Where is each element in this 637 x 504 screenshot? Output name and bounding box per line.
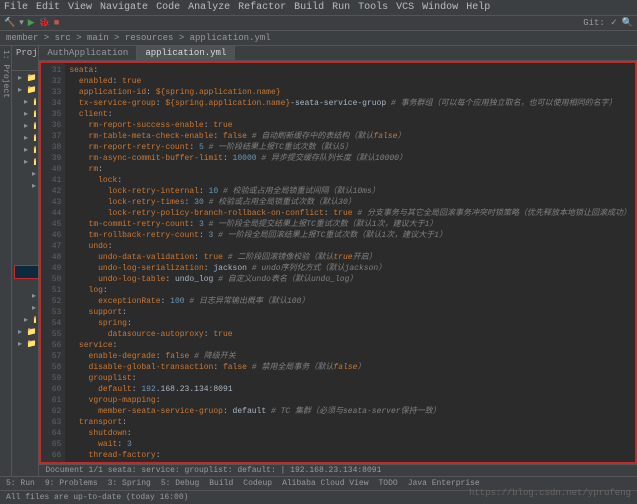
editor[interactable]: 31 32 33 34 35 36 37 38 39 40 41 42 43 4… [39, 61, 637, 464]
editor-tabs: AuthApplication application.yml [39, 46, 637, 61]
tree-item[interactable]: ▸ 📁 manager [14, 145, 36, 157]
search-icon[interactable]: 🔍 [622, 18, 633, 28]
project-title: Project [16, 48, 39, 68]
line-gutter: 31 32 33 34 35 36 37 38 39 40 41 42 43 4… [41, 63, 65, 462]
project-tool[interactable]: 1: Project [1, 50, 10, 98]
footer-status: All files are up-to-date (today 16:00) [6, 493, 188, 502]
tab-debug[interactable]: 5: Debug [161, 479, 199, 488]
tab-auth[interactable]: AuthApplication [39, 46, 137, 60]
tree-item[interactable]: ▸ 📁 java [14, 205, 39, 217]
tree-item[interactable]: ▸ 📁 static [14, 241, 39, 253]
tree-item[interactable]: ▸ 📁 app [14, 85, 36, 97]
debug-icon[interactable]: 🐞 [39, 18, 50, 28]
tree-item[interactable]: ▸ 📁 member [14, 157, 36, 169]
tab-todo[interactable]: TODO [379, 479, 398, 488]
tree-item[interactable]: ▸ 📁 common [14, 121, 36, 133]
stop-icon[interactable]: ■ [54, 18, 59, 28]
editor-status: Document 1/1 seata: service: grouplist: … [39, 464, 637, 476]
toolbar: 🔨 ▾ ▶ 🐞 ■ Git: ✓ 🔍 [0, 16, 637, 31]
tree-item[interactable]: ▸ 📁 main [14, 193, 39, 205]
menu-code[interactable]: Code [156, 2, 180, 13]
tree-item[interactable]: ▸ 📁 pom.xml [14, 303, 36, 315]
tree-item[interactable]: ▸ 📁 Scratches and Consoles [14, 339, 36, 351]
menu-view[interactable]: View [68, 2, 92, 13]
menu-analyze[interactable]: Analyze [188, 2, 230, 13]
menu-tools[interactable]: Tools [358, 2, 388, 13]
menu-build[interactable]: Build [294, 2, 324, 13]
code-area[interactable]: seata: enabled: true application-id: ${s… [65, 63, 635, 462]
menu-file[interactable]: File [4, 2, 28, 13]
project-tree[interactable]: ▸ 📁 .idea▸ 📁 app▸ 📁 auth▸ 📁 code-generat… [12, 71, 38, 353]
menubar: File Edit View Navigate Code Analyze Ref… [0, 0, 637, 16]
left-gutter: 1: Project [0, 46, 12, 476]
tree-item[interactable]: ▸ 📁 src [14, 181, 36, 193]
project-panel: Project ⚙ — ▸ 📁 .idea▸ 📁 app▸ 📁 auth▸ 📁 … [12, 46, 39, 476]
menu-help[interactable]: Help [466, 2, 490, 13]
tree-item[interactable]: ▸ 📁 .idea [14, 73, 36, 85]
tab-application-yml[interactable]: application.yml [137, 46, 235, 60]
tab-cloud[interactable]: Alibaba Cloud View [282, 479, 368, 488]
footer: All files are up-to-date (today 16:00) h… [0, 490, 637, 504]
tree-item[interactable]: ▸ 📁 application.yml [14, 265, 39, 279]
tab-build[interactable]: Build [209, 479, 233, 488]
tree-item[interactable]: ▸ 📁 bootstrap.properties [14, 279, 39, 291]
menu-edit[interactable]: Edit [36, 2, 60, 13]
hammer-icon[interactable]: 🔨 [4, 18, 15, 28]
play-icon[interactable]: ▶ [28, 18, 35, 28]
tree-item[interactable]: ▸ 📁 mapper [14, 229, 39, 241]
tree-item[interactable]: ▸ 📁 code-generator [14, 109, 36, 121]
tab-java[interactable]: Java Enterprise [408, 479, 480, 488]
tree-item[interactable]: ▸ 📁 target [14, 291, 36, 303]
tree-item[interactable]: ▸ 📁 pom.xml [14, 315, 36, 327]
breadcrumb: member > src > main > resources > applic… [0, 31, 637, 46]
menu-window[interactable]: Window [422, 2, 458, 13]
run-config[interactable]: ▾ [19, 18, 24, 28]
tab-run[interactable]: 5: Run [6, 479, 35, 488]
watermark: https://blog.csdn.net/yprufeng [469, 488, 631, 498]
menu-navigate[interactable]: Navigate [100, 2, 148, 13]
tab-codeup[interactable]: Codeup [243, 479, 272, 488]
menu-run[interactable]: Run [332, 2, 350, 13]
tree-item[interactable]: ▸ 📁 db [14, 169, 36, 181]
menu-refactor[interactable]: Refactor [238, 2, 286, 13]
tab-spring[interactable]: 3: Spring [108, 479, 151, 488]
tree-item[interactable]: ▸ 📁 templates [14, 253, 39, 265]
tab-problems[interactable]: 9: Problems [45, 479, 98, 488]
menu-vcs[interactable]: VCS [396, 2, 414, 13]
tree-item[interactable]: ▸ 📁 gateway [14, 133, 36, 145]
tree-item[interactable]: ▸ 📁 External Libraries [14, 327, 36, 339]
tree-item[interactable]: ▸ 📁 auth [14, 97, 36, 109]
git-label[interactable]: Git: ✓ [583, 18, 618, 28]
tree-item[interactable]: ▸ 📁 resources [14, 217, 39, 229]
